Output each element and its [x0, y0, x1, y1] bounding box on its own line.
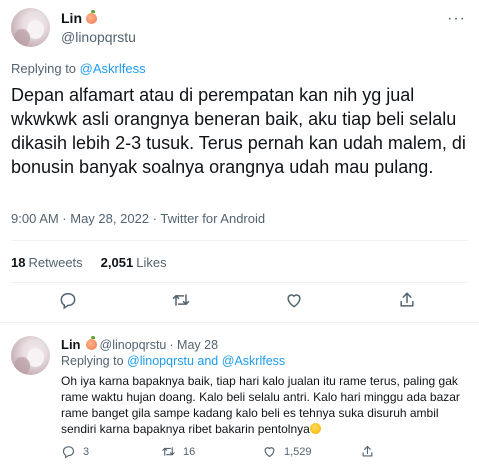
- reply-count: 3: [83, 445, 90, 458]
- heart-icon: [264, 447, 275, 458]
- replying-prefix: Replying to: [11, 61, 77, 76]
- retweets-stat[interactable]: 18 Retweets: [11, 255, 83, 270]
- retweet-icon[interactable]: [171, 290, 191, 310]
- author-name-text[interactable]: Lin: [61, 10, 82, 26]
- retweets-count: 18: [11, 255, 26, 270]
- engagement-stats: 18 Retweets 2,051 Likes: [11, 255, 167, 270]
- replying-to-link[interactable]: @linopqrstu: [127, 354, 194, 368]
- replying-to: Replying to @Askrlfess: [11, 61, 146, 76]
- divider: [11, 282, 468, 283]
- divider: [11, 240, 468, 241]
- reply-date[interactable]: · May 28: [169, 338, 218, 352]
- main-tweet: Lin @linopqrstu ··· Replying to @Askrlfe…: [0, 0, 479, 322]
- peach-emoji: [86, 9, 97, 24]
- avatar[interactable]: [11, 336, 50, 375]
- reply-author-line: Lin @linopqrstu · May 28: [61, 336, 218, 352]
- share-icon[interactable]: [397, 290, 417, 310]
- retweet-count: 16: [183, 445, 196, 458]
- reply-icon: [62, 446, 75, 459]
- reply-button[interactable]: 3: [61, 444, 89, 459]
- avatar[interactable]: [11, 8, 50, 47]
- likes-stat[interactable]: 2,051 Likes: [101, 255, 167, 270]
- reply-text-content: Oh iya karna bapaknya baik, tiap hari ka…: [61, 374, 460, 436]
- tweet-text: Depan alfamart atau di perempatan kan ni…: [11, 85, 466, 177]
- author-name[interactable]: Lin: [61, 9, 97, 26]
- heart-icon[interactable]: [284, 290, 304, 310]
- replying-to: Replying to @linopqrstu and @Askrlfess: [61, 354, 285, 368]
- divider: [0, 322, 479, 323]
- replying-to-link[interactable]: @Askrlfess: [222, 354, 285, 368]
- like-button[interactable]: 1,529: [262, 444, 312, 459]
- share-icon: [362, 445, 373, 457]
- action-bar: [0, 290, 479, 314]
- tweet-meta[interactable]: 9:00 AM · May 28, 2022 · Twitter for And…: [11, 211, 265, 226]
- reply-text: Oh iya karna bapaknya baik, tiap hari ka…: [61, 373, 471, 437]
- likes-label: Likes: [136, 255, 167, 270]
- retweet-button[interactable]: 16: [161, 444, 195, 459]
- replying-prefix: Replying to: [61, 354, 124, 368]
- peach-emoji: [85, 336, 97, 350]
- likes-count: 2,051: [100, 255, 134, 270]
- reply-action-bar: 3 16 1,529: [0, 444, 479, 462]
- reply-author-name[interactable]: Lin: [61, 337, 81, 352]
- replying-to-link[interactable]: @Askrlfess: [80, 61, 146, 76]
- retweets-label: Retweets: [28, 255, 83, 270]
- replying-and: and: [197, 354, 219, 368]
- author-handle[interactable]: @linopqrstu: [61, 29, 136, 45]
- rofl-emoji: [309, 423, 321, 434]
- reply-icon[interactable]: [58, 290, 78, 310]
- retweet-icon: [162, 447, 175, 456]
- reply-author-handle[interactable]: @linopqrstu: [100, 338, 167, 352]
- share-button[interactable]: [360, 444, 375, 459]
- more-icon[interactable]: ···: [447, 10, 466, 28]
- like-count: 1,529: [284, 445, 312, 458]
